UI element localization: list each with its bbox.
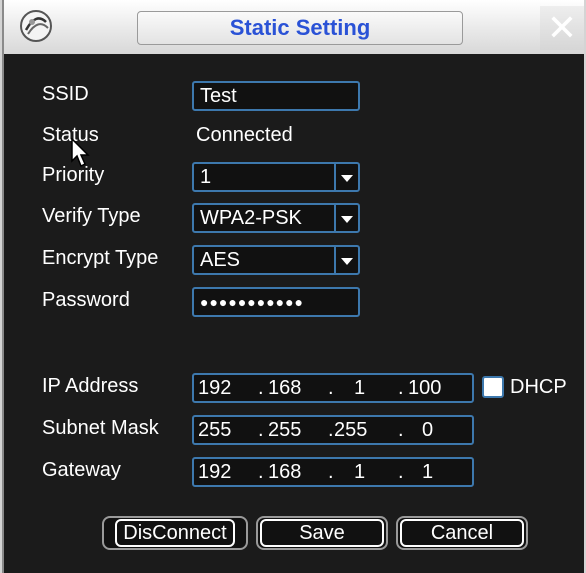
ip-address-label: IP Address (42, 375, 139, 397)
save-button-label: Save (260, 519, 384, 547)
ip-separator: . (328, 377, 334, 399)
ip-octet-2: 168 (268, 377, 302, 399)
gateway-label: Gateway (42, 459, 121, 481)
ip-separator: . (258, 377, 264, 399)
ip-octet-3: 1 (354, 377, 366, 399)
ip-separator: . (398, 461, 404, 483)
ssid-label: SSID (42, 83, 89, 105)
chevron-down-icon[interactable] (334, 164, 358, 190)
priority-value: 1 (200, 166, 212, 188)
password-label: Password (42, 289, 130, 311)
gateway-input[interactable]: 192 . 168 . 1 . 1 (192, 457, 474, 487)
title-bar: Static Setting ✕ (4, 0, 584, 54)
encrypt-type-label: Encrypt Type (42, 247, 159, 269)
cancel-button-label: Cancel (400, 519, 524, 547)
disconnect-button-label: DisConnect (115, 519, 235, 547)
cursor-icon (71, 138, 90, 168)
dhcp-checkbox[interactable] (482, 376, 504, 398)
save-button[interactable]: Save (256, 516, 388, 550)
ip-separator: . (328, 419, 334, 441)
ip-separator: . (398, 377, 404, 399)
mask-octet-4: 0 (422, 419, 434, 441)
chevron-down-icon[interactable] (334, 247, 358, 273)
dhcp-label: DHCP (510, 376, 567, 398)
gw-octet-4: 1 (422, 461, 434, 483)
ip-address-input[interactable]: 192 . 168 . 1 . 100 (192, 373, 474, 403)
disconnect-button[interactable]: DisConnect (102, 516, 248, 550)
subnet-mask-input[interactable]: 255 . 255 . 255 . 0 (192, 415, 474, 445)
verify-type-select[interactable]: WPA2-PSK (192, 203, 360, 233)
encrypt-type-value: AES (200, 249, 241, 271)
encrypt-type-select[interactable]: AES (192, 245, 360, 275)
subnet-mask-label: Subnet Mask (42, 417, 159, 439)
status-value: Connected (196, 124, 293, 146)
gw-octet-3: 1 (354, 461, 366, 483)
gw-octet-2: 168 (268, 461, 302, 483)
logo-icon (20, 10, 52, 42)
ip-octet-1: 192 (198, 377, 232, 399)
verify-type-label: Verify Type (42, 205, 141, 227)
gw-octet-1: 192 (198, 461, 232, 483)
password-mask: ●●●●●●●●●●● (200, 294, 305, 310)
mask-octet-1: 255 (198, 419, 232, 441)
mask-octet-3: 255 (334, 419, 368, 441)
ip-separator: . (258, 419, 264, 441)
cancel-button[interactable]: Cancel (396, 516, 528, 550)
verify-type-value: WPA2-PSK (200, 207, 302, 229)
ip-separator: . (328, 461, 334, 483)
chevron-down-icon[interactable] (334, 205, 358, 231)
password-input[interactable]: ●●●●●●●●●●● (192, 287, 360, 317)
static-setting-dialog: Static Setting ✕ SSID Test Status Connec… (2, 0, 584, 573)
ip-separator: . (398, 419, 404, 441)
ip-separator: . (258, 461, 264, 483)
close-icon[interactable]: ✕ (540, 6, 584, 50)
dialog-title: Static Setting (137, 11, 463, 45)
ssid-input[interactable]: Test (192, 81, 360, 111)
priority-select[interactable]: 1 (192, 162, 360, 192)
ip-octet-4: 100 (408, 377, 442, 399)
mask-octet-2: 255 (268, 419, 302, 441)
